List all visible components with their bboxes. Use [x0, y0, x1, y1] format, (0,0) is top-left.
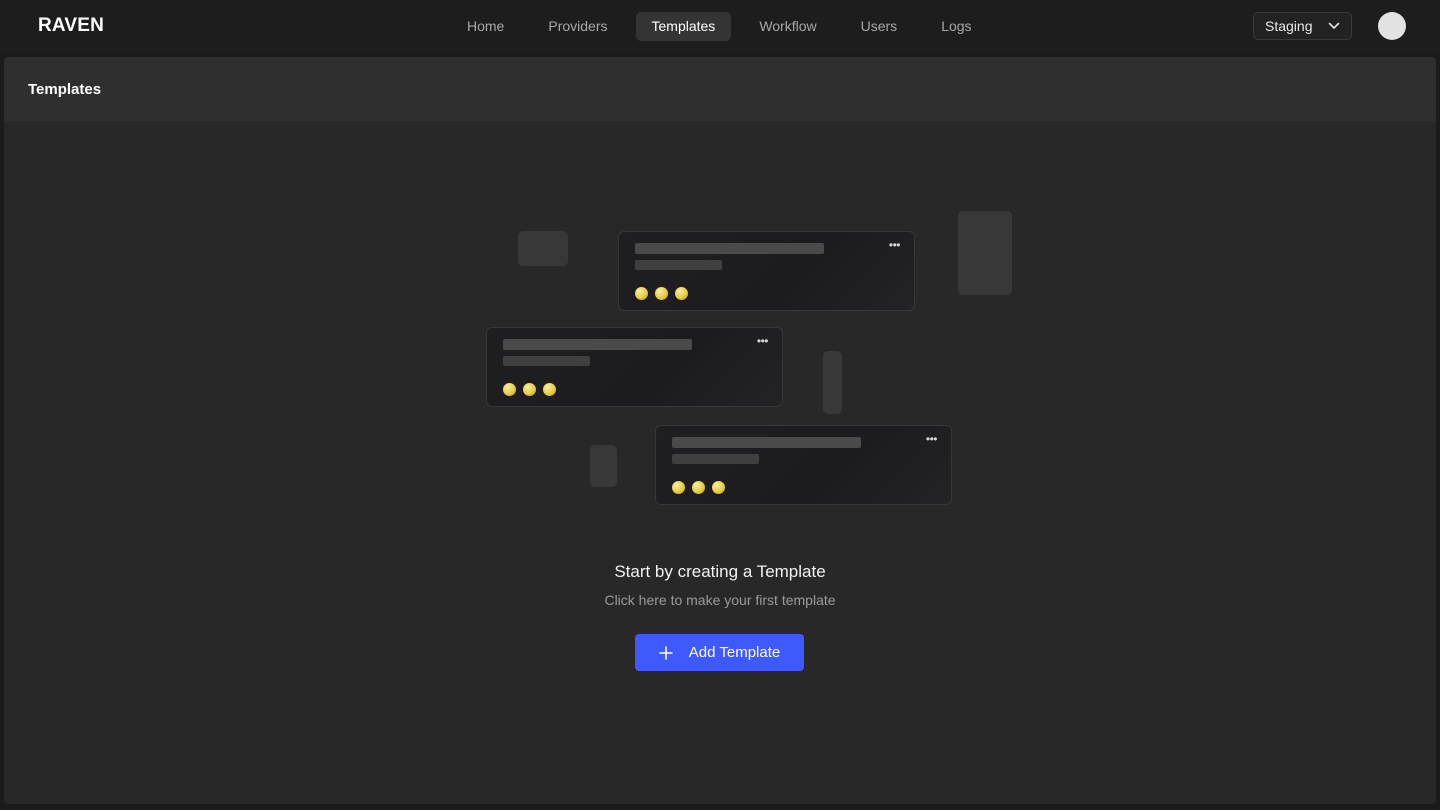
nav-item-templates[interactable]: Templates — [635, 12, 732, 41]
placeholder-text-line — [672, 454, 759, 464]
nav-item-providers[interactable]: Providers — [532, 12, 623, 41]
brand-logo[interactable]: RAVEN — [38, 15, 104, 37]
placeholder-indicators — [672, 481, 732, 494]
nav-item-home[interactable]: Home — [451, 12, 520, 41]
placeholder-indicators — [635, 287, 695, 300]
avatar[interactable] — [1378, 12, 1406, 40]
placeholder-text-line — [503, 356, 590, 366]
coin-icon — [503, 383, 516, 396]
empty-state-subtitle[interactable]: Click here to make your first template — [4, 592, 1436, 608]
placeholder-block — [518, 231, 568, 266]
coin-icon — [712, 481, 725, 494]
placeholder-indicators — [503, 383, 563, 396]
coin-icon — [635, 287, 648, 300]
add-template-button-label: Add Template — [688, 644, 781, 661]
coin-icon — [672, 481, 685, 494]
placeholder-text-line — [635, 243, 824, 254]
plus-icon — [658, 645, 673, 660]
coin-icon — [655, 287, 668, 300]
add-template-button[interactable]: Add Template — [635, 634, 804, 671]
placeholder-block — [823, 351, 842, 414]
more-options-icon: ••• — [925, 432, 938, 446]
main-nav: Home Providers Templates Workflow Users … — [451, 12, 1000, 41]
coin-icon — [523, 383, 536, 396]
placeholder-text-line — [503, 339, 692, 350]
placeholder-text-line — [672, 437, 861, 448]
placeholder-card: ••• — [618, 231, 915, 311]
nav-item-workflow[interactable]: Workflow — [743, 12, 832, 41]
nav-item-logs[interactable]: Logs — [925, 12, 987, 41]
placeholder-card: ••• — [655, 425, 952, 505]
environment-select-value: Staging — [1265, 18, 1313, 34]
coin-icon — [692, 481, 705, 494]
placeholder-block — [958, 211, 1012, 295]
main-panel: Templates ••• ••• ••• Start by creating … — [4, 57, 1436, 804]
environment-select[interactable]: Staging — [1253, 12, 1352, 40]
nav-item-users[interactable]: Users — [845, 12, 914, 41]
chevron-down-icon — [1328, 22, 1340, 29]
more-options-icon: ••• — [888, 238, 901, 252]
placeholder-block — [590, 445, 617, 487]
more-options-icon: ••• — [756, 334, 769, 348]
empty-state-illustration: ••• ••• ••• — [4, 57, 1436, 804]
coin-icon — [675, 287, 688, 300]
coin-icon — [543, 383, 556, 396]
top-navigation-bar: RAVEN Home Providers Templates Workflow … — [0, 0, 1440, 53]
placeholder-card: ••• — [486, 327, 783, 407]
empty-state-title: Start by creating a Template — [614, 562, 826, 581]
placeholder-text-line — [635, 260, 722, 270]
